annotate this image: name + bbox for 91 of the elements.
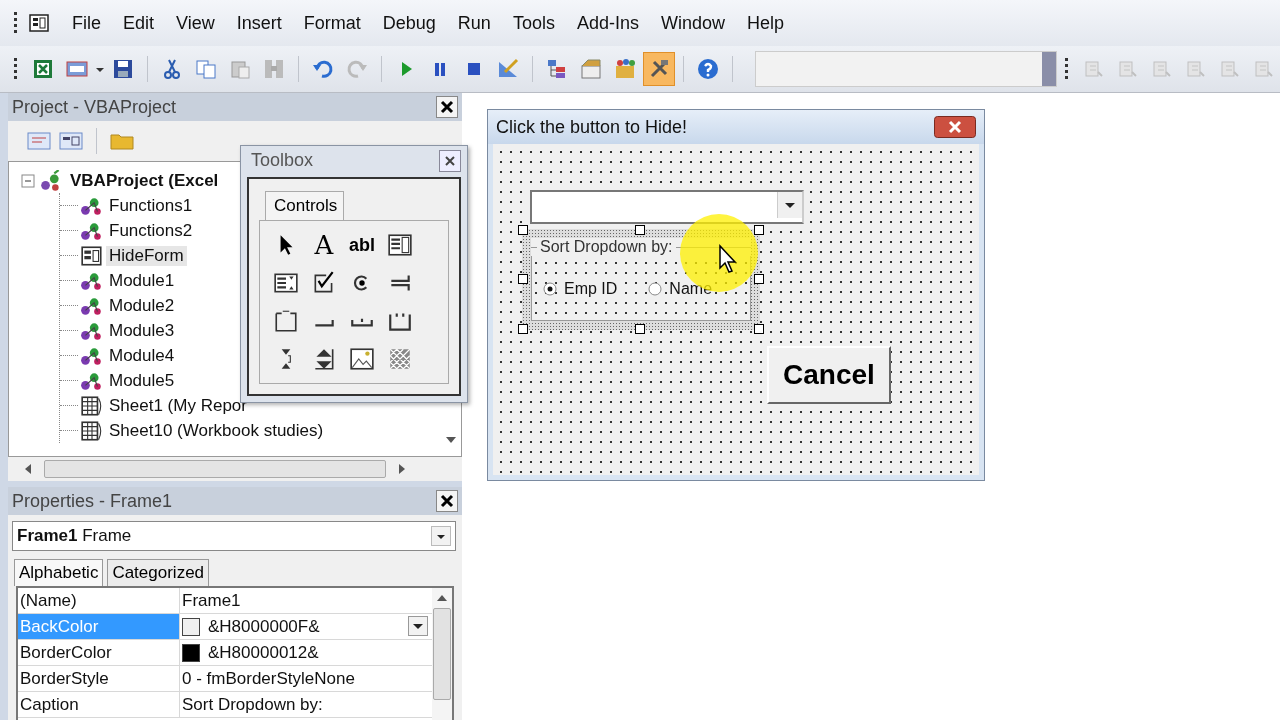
- resize-handle[interactable]: [754, 274, 764, 284]
- save-icon: [112, 58, 134, 80]
- scrollbar[interactable]: [432, 588, 452, 720]
- toolbar-grip[interactable]: [14, 12, 17, 34]
- frame-caption: Sort Dropdown by:: [540, 238, 673, 256]
- property-name[interactable]: BorderStyle: [18, 666, 180, 691]
- property-value[interactable]: 0 - fmBorderStyleNone: [182, 668, 355, 689]
- resize-handle[interactable]: [518, 274, 528, 284]
- resize-handle[interactable]: [635, 225, 645, 235]
- scroll-left-icon[interactable]: [24, 463, 32, 475]
- tree-icon: [546, 58, 568, 80]
- close-icon[interactable]: [436, 96, 458, 118]
- close-icon[interactable]: [436, 490, 458, 512]
- view-object-icon[interactable]: [58, 129, 84, 153]
- resize-handle[interactable]: [754, 324, 764, 334]
- form-icon: [66, 58, 88, 80]
- properties-icon: [580, 58, 602, 80]
- paste-icon: [229, 58, 251, 80]
- excel-icon: [32, 58, 54, 80]
- object-dropdown[interactable]: Frame1 Frame: [12, 521, 456, 551]
- scroll-thumb[interactable]: [433, 608, 451, 700]
- property-name[interactable]: (Name): [18, 588, 180, 613]
- window-title: Toolbox: [251, 150, 314, 171]
- combo-box[interactable]: [530, 190, 804, 224]
- tools-icon: [648, 58, 670, 80]
- tree-item[interactable]: Functions2: [106, 220, 196, 241]
- close-icon[interactable]: [439, 149, 461, 172]
- panel-title: Properties - Frame1: [12, 490, 173, 512]
- resize-handle[interactable]: [754, 225, 764, 235]
- toolbar-grip[interactable]: [1065, 58, 1068, 80]
- object-name: Frame1 Frame: [17, 526, 132, 546]
- property-name[interactable]: BorderColor: [18, 640, 180, 665]
- tab[interactable]: Controls: [265, 191, 345, 220]
- toolbox-button[interactable]: [643, 52, 675, 86]
- scroll-down-icon[interactable]: [445, 436, 457, 444]
- menu-item[interactable]: Format: [294, 10, 370, 36]
- radio-button[interactable]: [542, 281, 558, 297]
- scroll-thumb[interactable]: [44, 460, 386, 478]
- resize-handle[interactable]: [518, 225, 528, 235]
- tree-item[interactable]: Module3: [106, 320, 178, 341]
- menu-item[interactable]: Window: [651, 10, 734, 36]
- copy-icon: [195, 58, 217, 80]
- window-menu-icon[interactable]: [29, 13, 49, 33]
- close-button[interactable]: [934, 116, 976, 138]
- tab[interactable]: Alphabetic: [14, 559, 104, 586]
- tree-item[interactable]: Sheet10 (Workbook studies): [106, 420, 327, 441]
- property-value[interactable]: &H8000000F&: [208, 616, 320, 637]
- property-name[interactable]: Caption: [18, 692, 180, 717]
- redo-icon: [346, 58, 368, 80]
- resize-handle[interactable]: [518, 324, 528, 334]
- menu-item[interactable]: Help: [738, 10, 793, 36]
- menu-item[interactable]: Edit: [114, 10, 164, 36]
- ruler-icon: [497, 58, 519, 80]
- form-icon: [80, 244, 104, 267]
- resize-handle[interactable]: [635, 324, 645, 334]
- window-title: Click the button to Hide!: [496, 116, 688, 138]
- tab[interactable]: Categorized: [107, 559, 210, 586]
- sheet-icon: [80, 394, 104, 417]
- property-value[interactable]: Frame1: [182, 590, 241, 611]
- menu-item[interactable]: Tools: [503, 10, 564, 36]
- scissors-icon: [161, 58, 183, 80]
- menu-item[interactable]: Run: [448, 10, 500, 36]
- scroll-right-icon[interactable]: [398, 463, 406, 475]
- tree-item[interactable]: Module5: [106, 370, 178, 391]
- tree-item[interactable]: VBAProject (Excel: [67, 170, 222, 191]
- collapse-icon[interactable]: [21, 173, 35, 188]
- menu-item[interactable]: Add-Ins: [567, 10, 648, 36]
- help-icon: [697, 58, 719, 80]
- tree-item[interactable]: Module4: [106, 345, 178, 366]
- tree-item[interactable]: Module1: [106, 270, 178, 291]
- property-value[interactable]: Sort Dropdown by:: [182, 694, 323, 715]
- scroll-up-icon[interactable]: [436, 594, 448, 602]
- sheet-icon: [80, 419, 104, 442]
- property-value[interactable]: &H80000012&: [208, 642, 319, 663]
- toolbar-grip[interactable]: [14, 58, 17, 80]
- radio-button[interactable]: [647, 281, 664, 297]
- menu-item[interactable]: Insert: [227, 10, 291, 36]
- menu-item[interactable]: File: [63, 10, 110, 36]
- tree-item[interactable]: HideForm: [106, 245, 187, 266]
- tree-item[interactable]: Module2: [106, 295, 178, 316]
- tree-item[interactable]: Sheet1 (My Repor: [106, 395, 250, 416]
- menu-item[interactable]: Debug: [373, 10, 445, 36]
- option-label: Emp ID: [564, 280, 618, 298]
- tree-item[interactable]: Functions1: [106, 195, 196, 216]
- binoculars-icon: [263, 58, 285, 80]
- objects-icon: [614, 58, 636, 80]
- toolbar-combo-field[interactable]: [755, 51, 1057, 87]
- menu-item[interactable]: View: [167, 10, 224, 36]
- cancel-button[interactable]: Cancel: [767, 346, 891, 404]
- panel-title: Project - VBAProject: [12, 96, 177, 118]
- undo-icon: [312, 58, 334, 80]
